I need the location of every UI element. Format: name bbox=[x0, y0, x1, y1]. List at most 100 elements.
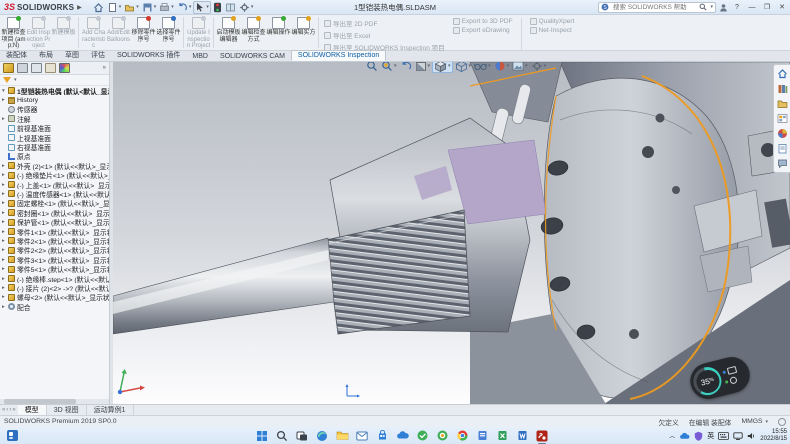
new-document-icon[interactable]: ▾ bbox=[106, 1, 123, 14]
tree-item[interactable]: 传感器 bbox=[0, 105, 109, 114]
propertymanager-tab-icon[interactable] bbox=[17, 63, 28, 73]
units-selector[interactable]: MMGS ▾ bbox=[741, 418, 768, 425]
export-excel-button[interactable]: 导出至 Excel bbox=[324, 30, 445, 40]
tab-model[interactable]: 模型 bbox=[18, 405, 47, 415]
browser-360-icon[interactable] bbox=[435, 429, 449, 443]
tree-filter[interactable]: ▾ bbox=[0, 75, 109, 86]
tree-item[interactable]: 右视基准面 bbox=[0, 142, 109, 151]
view-palette-icon[interactable] bbox=[777, 113, 788, 124]
export-2d-pdf-button[interactable]: 导出至 2D PDF bbox=[324, 18, 445, 28]
home-icon[interactable] bbox=[92, 1, 105, 14]
tree-item[interactable]: ▸零件1<1> (默认<<默认>_显示状态 bbox=[0, 227, 109, 236]
select-balloons-button[interactable]: 选择零件序号 bbox=[156, 16, 181, 43]
edit-inspection-project-button[interactable]: Edit Inspection Project bbox=[26, 16, 51, 50]
search-options-caret[interactable]: ▾ bbox=[710, 4, 713, 10]
configurationmanager-tab-icon[interactable] bbox=[31, 63, 42, 73]
microsoft-store-icon[interactable] bbox=[375, 429, 389, 443]
mail-icon[interactable] bbox=[355, 429, 369, 443]
tree-item[interactable]: ▸保护管<1> (默认<<默认>_显示状 bbox=[0, 217, 109, 226]
remove-balloons-button[interactable]: 移除零件序号 bbox=[131, 16, 156, 43]
select-icon[interactable]: ▾ bbox=[193, 1, 211, 14]
tree-item[interactable]: 上视基准面 bbox=[0, 133, 109, 142]
file-explorer-icon[interactable] bbox=[777, 98, 788, 109]
spreadsheet-app-icon[interactable] bbox=[495, 429, 509, 443]
tab-assembly[interactable]: 装配体 bbox=[0, 49, 33, 61]
tray-security-icon[interactable] bbox=[694, 431, 703, 441]
custom-properties-icon[interactable] bbox=[777, 143, 788, 154]
status-options-icon[interactable] bbox=[778, 418, 786, 426]
chrome-icon[interactable] bbox=[455, 429, 469, 443]
start-button[interactable] bbox=[255, 429, 269, 443]
close-button[interactable]: ✕ bbox=[776, 3, 788, 11]
widgets-icon[interactable] bbox=[5, 429, 19, 443]
options-icon[interactable]: ▾ bbox=[238, 1, 255, 14]
task-view-icon[interactable] bbox=[295, 429, 309, 443]
edit-operations-button[interactable]: 编辑操作 bbox=[266, 16, 291, 37]
help-button[interactable]: ? bbox=[731, 4, 743, 11]
tree-item[interactable]: ▸零件3<1> (默认<<默认>_显示状 bbox=[0, 255, 109, 264]
rebuild-icon[interactable] bbox=[212, 1, 223, 14]
search-input[interactable] bbox=[611, 3, 697, 12]
recorder-camera-button[interactable] bbox=[722, 365, 737, 375]
tray-onedrive-icon[interactable] bbox=[679, 432, 690, 440]
search-taskbar-icon[interactable] bbox=[275, 429, 289, 443]
new-template-button[interactable]: 新建模板 bbox=[51, 16, 76, 37]
app-logo[interactable]: 3S SOLIDWORKS ▶ bbox=[0, 2, 86, 12]
document-app-icon[interactable] bbox=[475, 429, 489, 443]
restore-button[interactable]: ❐ bbox=[761, 3, 773, 11]
tree-item[interactable]: ▸(-) 绝缘棒.step<1> (默认<<默认> bbox=[0, 274, 109, 283]
design-library-icon[interactable] bbox=[777, 83, 788, 94]
viewport[interactable] bbox=[113, 62, 790, 404]
open-icon[interactable]: ▾ bbox=[123, 1, 140, 14]
tree-item[interactable]: ▸螺母<2> (默认<<默认>_显示状态 bbox=[0, 293, 109, 302]
tree-item[interactable]: ▸(-) 绝缘垫片<1> (默认<<默认>_显 bbox=[0, 171, 109, 180]
displaymanager-tab-icon[interactable] bbox=[59, 63, 70, 73]
add-characteristic-button[interactable]: Add Characteristic bbox=[81, 16, 106, 50]
tab-inspection[interactable]: SOLIDWORKS Inspection bbox=[291, 50, 386, 61]
edit-vendor-button[interactable]: 编辑实方 bbox=[291, 16, 316, 37]
tree-item[interactable]: ▸(-) 温度传感器<1> (默认<<默认>_ bbox=[0, 189, 109, 198]
tab-cam[interactable]: SOLIDWORKS CAM bbox=[214, 52, 291, 61]
tray-chevron-up-icon[interactable]: ︿ bbox=[669, 431, 675, 440]
solidworks-forum-icon[interactable] bbox=[777, 158, 788, 169]
volume-icon[interactable] bbox=[747, 432, 756, 440]
tab-scroll-left-icon[interactable]: ‹ bbox=[6, 407, 8, 413]
tab-evaluate[interactable]: 评估 bbox=[85, 49, 111, 61]
tab-mbd[interactable]: MBD bbox=[186, 52, 214, 61]
file-explorer-taskbar-icon[interactable] bbox=[335, 429, 349, 443]
ime-language-indicator[interactable]: 英 bbox=[707, 431, 714, 441]
tree-item[interactable]: ▸(-) 接片 (2)<2> ->? (默认<<默认 bbox=[0, 283, 109, 292]
update-inspection-project-button[interactable]: Update Inspection Project bbox=[186, 16, 211, 50]
menu-flyout-arrow-icon[interactable]: ▶ bbox=[77, 4, 82, 11]
add-edit-balloons-button[interactable]: Add/Edit Balloons bbox=[106, 16, 131, 43]
tree-item[interactable]: ▸外壳 (2)<1> (默认<<默认>_显示状 bbox=[0, 161, 109, 170]
featuremanager-tab-icon[interactable] bbox=[3, 63, 14, 73]
appearances-scenes-icon[interactable] bbox=[777, 128, 788, 139]
tree-item[interactable]: ▸注解 bbox=[0, 114, 109, 123]
edit-inspection-methods-button[interactable]: 编辑检查方式 bbox=[241, 16, 266, 43]
tree-item[interactable]: ▸(-) 上盖<1> (默认<<默认>_显示状 bbox=[0, 180, 109, 189]
tree-item[interactable]: ▸配合 bbox=[0, 302, 109, 311]
tab-3d-views[interactable]: 3D 视图 bbox=[47, 405, 87, 415]
export-3d-pdf-button[interactable]: Export to 3D PDF bbox=[453, 18, 513, 25]
export-edrawing-button[interactable]: Export eDrawing bbox=[453, 27, 513, 34]
qualityxpert-button[interactable]: QualityXpert bbox=[530, 18, 575, 25]
network-display-icon[interactable] bbox=[733, 432, 743, 440]
onedrive-icon[interactable] bbox=[395, 429, 409, 443]
tab-layout[interactable]: 布局 bbox=[33, 49, 59, 61]
tree-item[interactable]: ▸History bbox=[0, 95, 109, 104]
clock[interactable]: 15:55 2022/8/15 bbox=[760, 429, 787, 443]
tree-item[interactable]: ▸零件5<1> (默认<<默认>_显示状 bbox=[0, 264, 109, 273]
tree-item[interactable]: ▸零件2<2> (默认<<默认>_显示状 bbox=[0, 246, 109, 255]
new-inspection-project-button[interactable]: 新建检查项目 (amp;N) bbox=[1, 16, 26, 50]
tab-scroll-last-icon[interactable]: » bbox=[12, 407, 15, 413]
minimize-button[interactable]: — bbox=[746, 4, 758, 11]
tab-scroll-right-icon[interactable]: › bbox=[9, 407, 11, 413]
launch-template-editor-button[interactable]: 启动模板编辑器 bbox=[216, 16, 241, 43]
tree-item[interactable]: 原点 bbox=[0, 152, 109, 161]
print-icon[interactable]: ▾ bbox=[158, 1, 175, 14]
tree-item[interactable]: ▸零件2<1> (默认<<默认>_显示状 bbox=[0, 236, 109, 245]
solidworks-taskbar-icon[interactable] bbox=[535, 429, 549, 443]
keyboard-icon[interactable] bbox=[718, 432, 729, 440]
recorder-stop-button[interactable] bbox=[724, 375, 739, 385]
